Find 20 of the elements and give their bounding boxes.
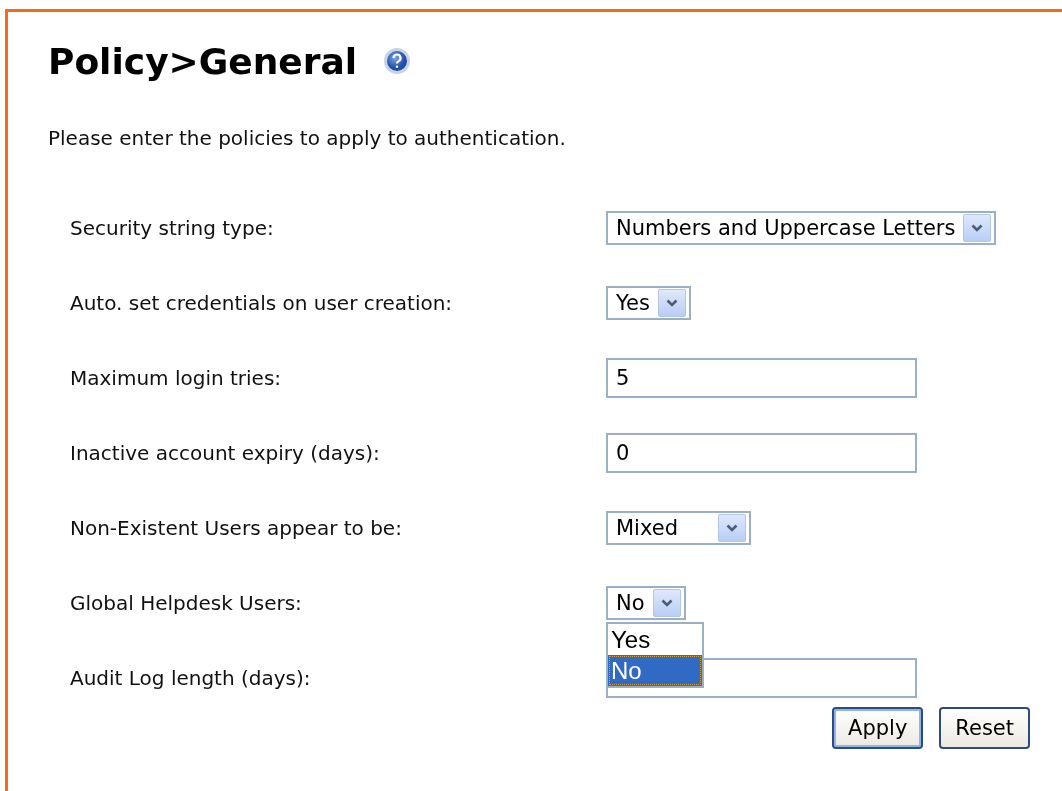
input-field[interactable]: 0 (606, 432, 917, 473)
field-label: Non-Existent Users appear to be: (70, 515, 403, 540)
field-label: Security string type: (70, 215, 275, 240)
field-label: Maximum login tries: (70, 365, 283, 390)
page-title: Policy>General (48, 40, 358, 82)
dropdown[interactable]: Numbers and Uppercase Letters (606, 210, 997, 245)
dropdown[interactable]: Yes (606, 285, 691, 320)
action-button[interactable]: Apply (832, 707, 924, 749)
input-field[interactable]: 5 (606, 357, 917, 398)
description-text: Please enter the policies to apply to authentication. (48, 126, 567, 150)
dropdown-option[interactable]: No (608, 654, 702, 686)
action-button[interactable]: Reset (939, 707, 1030, 749)
dropdown[interactable]: Mixed (606, 510, 751, 545)
field-label: Audit Log length (days): (70, 665, 312, 690)
dropdown[interactable]: No (606, 585, 686, 620)
field-label: Global Helpdesk Users: (70, 590, 303, 615)
help-icon[interactable] (383, 47, 412, 75)
field-label: Auto. set credentials on user creation: (70, 290, 454, 315)
field-label: Inactive account expiry (days): (70, 440, 381, 465)
dropdown-option[interactable]: Yes (608, 623, 702, 655)
